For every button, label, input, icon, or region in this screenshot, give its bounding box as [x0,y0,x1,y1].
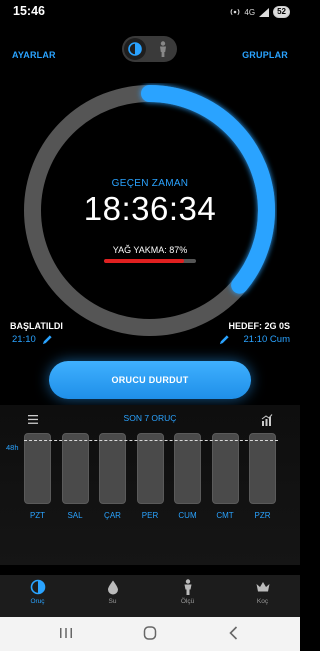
day-label: PZT [29,511,46,520]
day-bar[interactable] [24,433,51,504]
back-icon[interactable] [224,625,244,641]
start-title: BAŞLATILDI [10,321,63,331]
signal-icon [259,7,270,17]
network-type: 4G [244,7,256,17]
fasting-mode-option[interactable] [124,38,146,60]
body-mode-option[interactable] [152,39,174,59]
goal-title: HEDEF: 2G 0S [228,321,290,331]
status-time: 15:46 [13,4,45,18]
last7-title: SON 7 ORUÇ [123,413,177,423]
day-label: SAL [67,511,83,520]
battery-indicator: 52 [273,6,290,18]
day-bar[interactable] [211,433,239,504]
goal-time: 21:10 Cum [243,334,290,345]
target-line [24,440,278,441]
day-bar[interactable] [61,433,89,504]
elapsed-time: 18:36:34 [83,190,217,227]
pencil-icon[interactable] [42,334,53,345]
day-bar[interactable] [249,433,276,504]
day-label: CMT [216,511,234,520]
nav-coach-label: Koç [256,598,269,605]
fat-burn-label: YAĞ YAKMA: 87% [112,245,188,255]
fat-burn-bar-fill [104,259,185,263]
start-time: 21:10 [12,334,36,345]
day-bar[interactable] [136,433,164,504]
nav-measure-label: Ölçü [180,598,195,605]
status-icons: 4G 52 [230,6,290,18]
person-icon [160,41,166,57]
target-hours-label: 48h [6,443,19,452]
day-label: PZR [254,511,271,520]
pencil-icon[interactable] [219,334,230,345]
nav-coach[interactable]: Koç [225,579,300,605]
stop-fast-button[interactable]: ORUCU DURDUT [49,361,251,399]
mode-toggle[interactable] [122,36,177,62]
settings-link[interactable]: AYARLAR [12,50,56,60]
nav-measure[interactable]: Ölçü [150,579,225,605]
crown-icon [256,582,269,592]
water-drop-icon [107,580,118,595]
day-label: PER [141,511,159,520]
start-time-row[interactable]: 21:10 [12,334,53,345]
elapsed-label: GEÇEN ZAMAN [111,178,189,189]
nav-fasting-label: Oruç [30,598,45,605]
groups-link[interactable]: GRUPLAR [242,50,288,60]
goal-time-row[interactable]: 21:10 Cum [219,334,290,345]
day-label: CUM [178,511,197,520]
nav-water[interactable]: Su [75,579,150,605]
stats-icon[interactable] [261,414,273,426]
fat-burn-bar [104,259,196,263]
nav-water-label: Su [108,598,117,605]
fasting-icon [128,42,142,56]
hotspot-icon [230,8,240,16]
day-bar[interactable] [174,433,201,504]
home-icon[interactable] [140,625,160,641]
nav-fasting[interactable]: Oruç [0,579,75,605]
day-label: ÇAR [104,511,121,520]
body-measure-icon [184,579,191,595]
recent-apps-icon[interactable] [56,625,76,641]
fasting-icon [30,579,45,595]
day-bar[interactable] [99,433,126,504]
